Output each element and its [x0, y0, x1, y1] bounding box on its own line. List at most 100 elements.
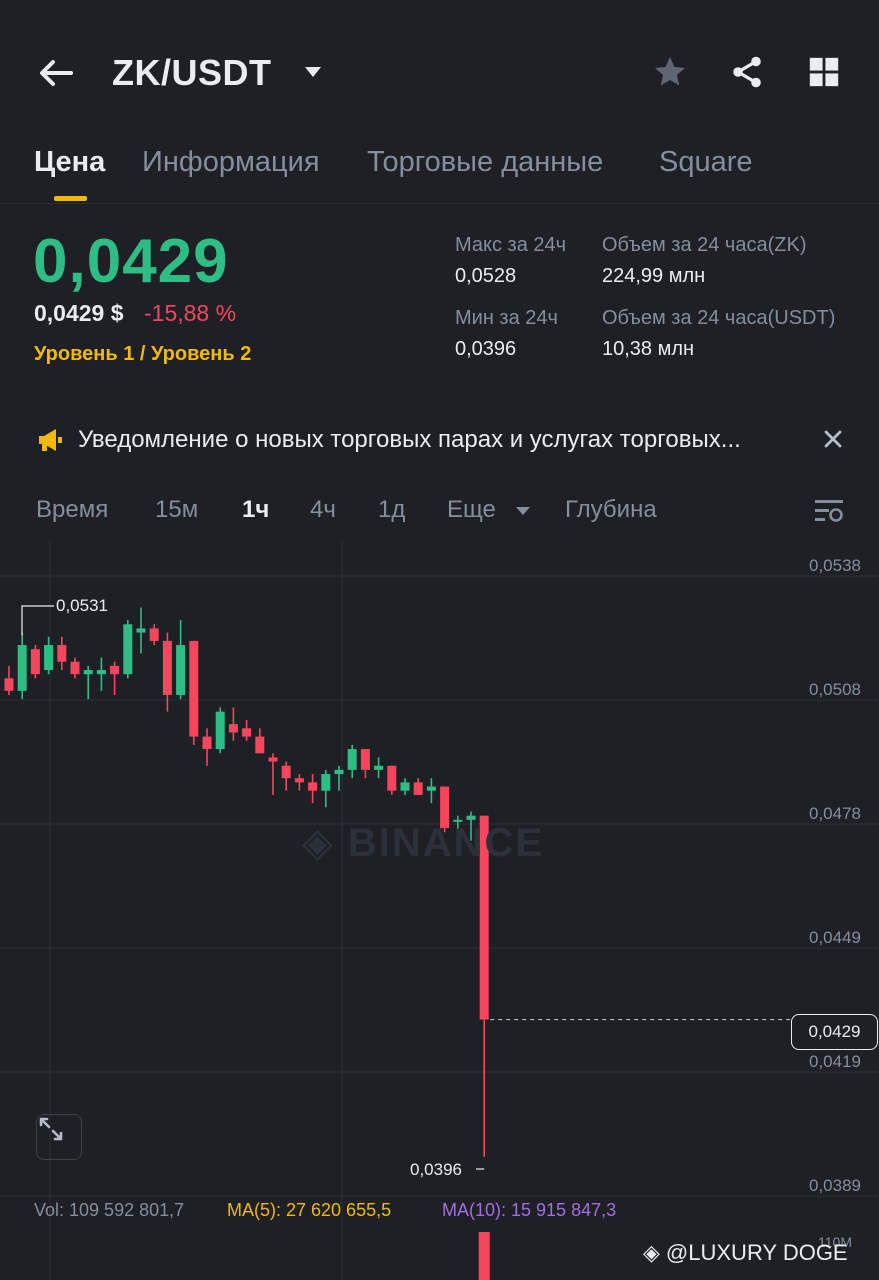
chart-watermark: ◈ BINANCE [302, 820, 544, 866]
y-axis-label: 0,0449 [809, 928, 861, 947]
candle-body [374, 765, 384, 770]
interval-time[interactable]: Время [36, 496, 108, 524]
candle-body [400, 782, 410, 791]
favorite-button[interactable] [650, 52, 690, 92]
ma10-value: MA(10): 15 915 847,3 [442, 1200, 617, 1220]
candle-body [360, 749, 370, 770]
current-price-tag: 0,0429 [791, 1014, 878, 1050]
trading-pair-title[interactable]: ZK/USDT [112, 52, 272, 94]
volume-bar [478, 1232, 490, 1280]
interval-4h[interactable]: 4ч [310, 496, 336, 524]
share-icon [733, 56, 761, 88]
watermark-credit: ◈ @LUXURY DOGE [643, 1240, 848, 1266]
back-arrow-icon [40, 60, 73, 86]
volume-quote-value: 10,38 млн [602, 338, 695, 360]
candle-body [413, 782, 423, 795]
candle-body [17, 645, 27, 691]
candle-body [202, 736, 212, 750]
candle-body [110, 665, 120, 675]
low-marker-label: 0,0396 [410, 1160, 462, 1179]
back-button[interactable] [34, 52, 76, 94]
level-link[interactable]: Уровень 1 / Уровень 2 [34, 343, 251, 366]
interval-1d[interactable]: 1д [378, 496, 405, 524]
last-price: 0,0429 [33, 227, 229, 296]
candle-body [308, 782, 318, 791]
candlestick-chart[interactable]: ◈ BINANCE 0,0538 0,0508 0,0478 0,0449 0,… [0, 540, 879, 1280]
caret-down-icon[interactable] [302, 62, 324, 82]
credit-text: @LUXURY DOGE [665, 1240, 848, 1265]
y-axis-label: 0,0508 [809, 680, 861, 699]
candle-body [281, 765, 291, 779]
volume-base-label: Объем за 24 часа(ZK) [602, 234, 807, 256]
candle-body [321, 774, 331, 791]
top-bar: ZK/USDT [0, 0, 879, 140]
interval-more[interactable]: Еще [447, 496, 496, 524]
ma5-value: MA(5): 27 620 655,5 [227, 1200, 392, 1220]
interval-bar: Время 15м 1ч 4ч 1д Еще Глубина [0, 486, 879, 536]
usd-price: 0,0429 $ [34, 300, 124, 326]
more-caret-icon[interactable] [515, 504, 531, 518]
announcement-text: Уведомление о новых торговых парах и усл… [78, 426, 741, 453]
close-icon [824, 430, 842, 448]
candle-body [123, 624, 133, 675]
candle-body [347, 749, 357, 770]
candle-body [426, 786, 436, 791]
interval-1h[interactable]: 1ч [242, 496, 269, 524]
volume-base-value: 224,99 млн [602, 265, 706, 287]
candle-body [149, 628, 159, 641]
fullscreen-button[interactable] [36, 1114, 82, 1160]
candle-body [387, 765, 397, 791]
candle-body [189, 640, 199, 737]
candle-body [215, 711, 225, 750]
candle-body [228, 724, 238, 733]
high-24h-label: Макс за 24ч [455, 234, 567, 256]
candle-body [70, 661, 80, 675]
volume-quote-label: Объем за 24 часа(USDT) [602, 307, 836, 329]
volume-value: Vol: 109 592 801,7 [34, 1200, 185, 1220]
close-banner-button[interactable] [820, 426, 846, 452]
candle-body [242, 728, 252, 737]
low-24h-label: Мин за 24ч [455, 307, 558, 329]
y-axis-label: 0,0538 [809, 556, 861, 575]
tab-info[interactable]: Информация [142, 146, 320, 179]
high-marker-label: 0,0531 [56, 596, 108, 615]
candle-body [294, 778, 304, 783]
megaphone-icon [39, 429, 62, 451]
tab-price[interactable]: Цена [34, 146, 105, 179]
candle-body [136, 628, 146, 633]
star-icon [655, 57, 685, 86]
y-axis-label: 0,0389 [809, 1176, 861, 1195]
y-axis-label: 0,0478 [809, 804, 861, 823]
tab-square[interactable]: Square [659, 146, 753, 179]
candle-body [4, 678, 14, 691]
chart-settings-icon[interactable] [813, 496, 845, 526]
more-menu-button[interactable] [804, 52, 844, 92]
candle-body [176, 645, 186, 695]
tab-trading-data[interactable]: Торговые данные [367, 146, 603, 179]
watermark-text: BINANCE [347, 821, 545, 865]
interval-depth[interactable]: Глубина [565, 496, 657, 524]
candle-body [57, 645, 67, 662]
low-24h-value: 0,0396 [455, 338, 517, 360]
high-24h-value: 0,0528 [455, 265, 517, 287]
candle-body [162, 640, 172, 695]
binance-logo-icon: ◈ [302, 821, 335, 865]
grid-icon [809, 57, 839, 87]
y-axis-label: 0,0419 [809, 1052, 861, 1071]
candle-body [30, 649, 40, 675]
high-marker-leader [21, 605, 54, 636]
diamond-logo-icon: ◈ [643, 1240, 660, 1265]
share-button[interactable] [727, 52, 767, 92]
candle-body [96, 670, 106, 675]
expand-icon [39, 1117, 63, 1141]
interval-15m[interactable]: 15м [155, 496, 198, 524]
candle-body [44, 645, 54, 671]
candle-body [83, 670, 93, 675]
announcement-banner[interactable]: Уведомление о новых торговых парах и усл… [0, 410, 879, 470]
candle-body [268, 757, 278, 762]
candle-body [255, 736, 265, 754]
price-change-percent: -15,88 % [144, 300, 237, 326]
active-tab-indicator [54, 196, 87, 201]
section-tabs: Цена Информация Торговые данные Square [0, 140, 879, 204]
candle-body [334, 769, 344, 775]
